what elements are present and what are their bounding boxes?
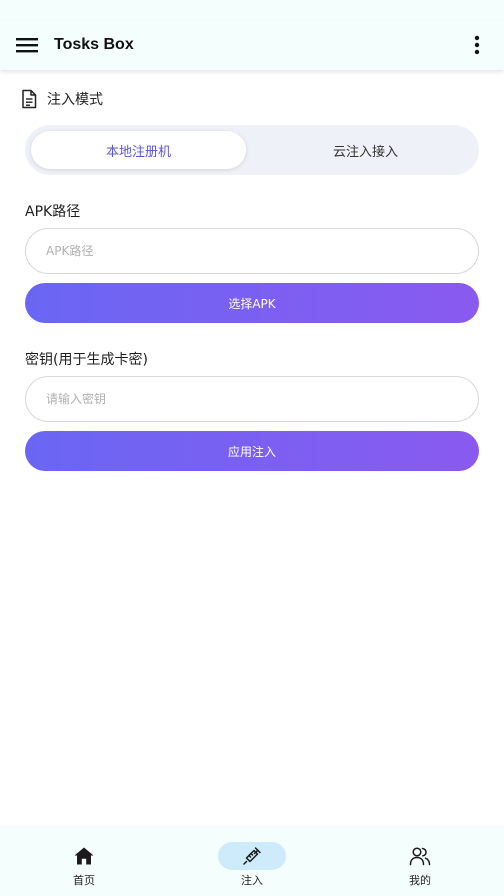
nav-label-inject: 注入 <box>241 874 263 887</box>
status-bar <box>0 0 504 20</box>
nav-label-home: 首页 <box>73 874 95 887</box>
mode-option-local[interactable]: 本地注册机 <box>31 131 246 169</box>
more-vertical-icon[interactable] <box>466 33 488 57</box>
app-title: Tosks Box <box>54 36 134 53</box>
document-icon <box>22 89 37 109</box>
app-bar: Tosks Box <box>0 20 504 70</box>
section-header: 注入模式 <box>20 88 103 110</box>
select-apk-button[interactable]: 选择APK <box>25 283 479 323</box>
key-input[interactable] <box>25 376 479 422</box>
mode-option-cloud[interactable]: 云注入接入 <box>258 131 473 169</box>
nav-item-home[interactable]: 首页 <box>0 827 168 896</box>
nav-active-pill <box>218 842 286 870</box>
bottom-navigation: 首页 注入 我的 <box>0 827 504 896</box>
home-icon <box>74 847 94 865</box>
nav-item-inject[interactable]: 注入 <box>168 827 336 896</box>
nav-item-mine[interactable]: 我的 <box>336 827 504 896</box>
menu-icon[interactable] <box>15 35 39 55</box>
key-label: 密钥(用于生成卡密) <box>25 352 148 368</box>
users-icon <box>409 847 431 866</box>
apk-path-label: APK路径 <box>25 204 81 220</box>
section-title: 注入模式 <box>47 92 103 108</box>
apk-path-input[interactable] <box>25 228 479 274</box>
nav-label-mine: 我的 <box>409 874 431 887</box>
mode-segmented-control: 本地注册机 云注入接入 <box>25 125 479 175</box>
syringe-icon <box>243 847 261 865</box>
apply-inject-button[interactable]: 应用注入 <box>25 431 479 471</box>
